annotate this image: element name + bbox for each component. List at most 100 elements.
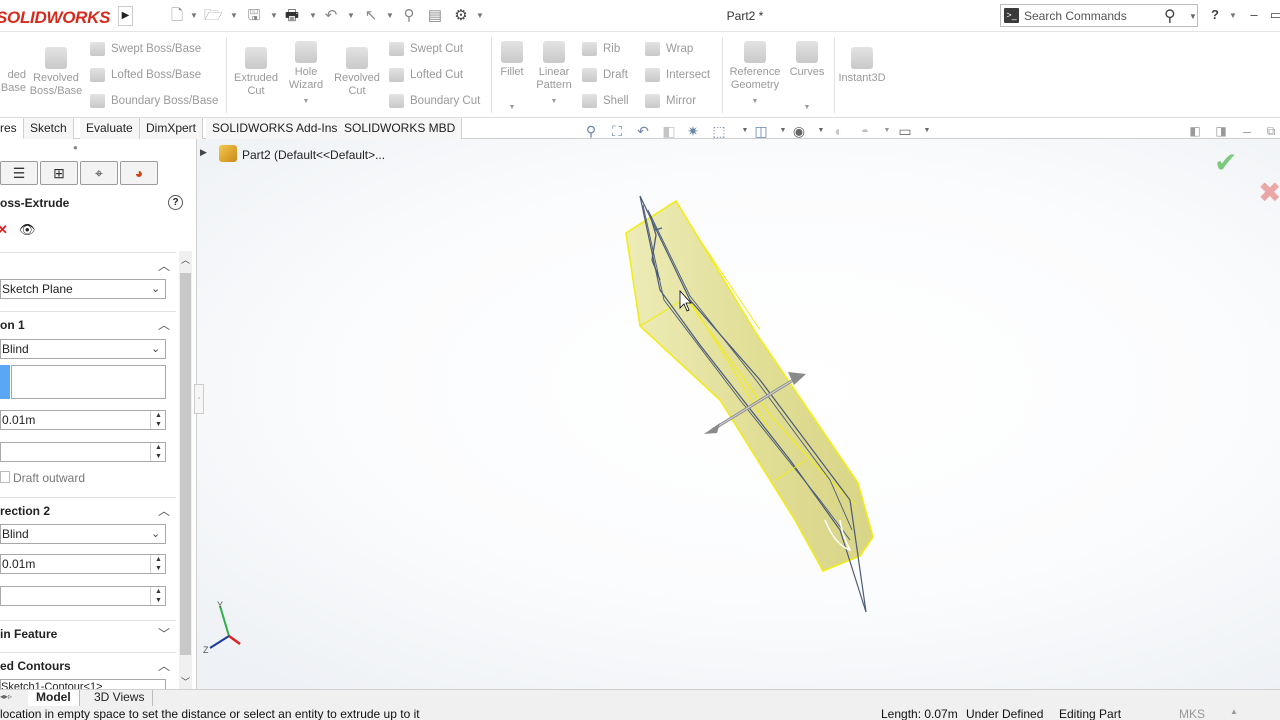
end-condition-select[interactable]: Blind ⌄ — [0, 339, 166, 359]
tab-mbd[interactable]: SOLIDWORKS MBD — [338, 118, 463, 139]
help-icon[interactable]: ? — [1207, 7, 1223, 22]
feature-manager-tree-icon[interactable]: ☰ — [0, 161, 38, 185]
spin-arrows-icon[interactable]: ▲ ▼ — [150, 555, 166, 573]
property-manager-icon[interactable]: ⊞ — [40, 161, 78, 185]
options-dropdown-icon[interactable]: ▼ — [476, 11, 484, 20]
panel-scrollbar[interactable]: ︿ ﹀ — [179, 251, 192, 690]
reference-geometry-button[interactable]: Reference Geometry ▼ — [726, 41, 784, 108]
curves-dropdown-icon[interactable]: ▼ — [784, 101, 830, 114]
search-commands-box[interactable]: >_ Search Commands ⚲ ▼ — [1000, 4, 1198, 27]
draft-outward-checkbox[interactable] — [0, 471, 10, 483]
dynamic-annotation-icon[interactable]: ✷ — [684, 122, 702, 140]
undo-dropdown-icon[interactable]: ▼ — [347, 11, 355, 20]
end-condition2-select[interactable]: Blind ⌄ — [0, 524, 166, 544]
help-question-icon[interactable]: ? — [168, 195, 183, 210]
search-icon[interactable]: ⚲ — [1164, 6, 1176, 26]
print-dropdown-icon[interactable]: ▼ — [309, 11, 317, 20]
edit-appearance-icon[interactable]: ◐ — [830, 122, 848, 140]
scroll-down-icon[interactable]: ﹀ — [181, 675, 190, 688]
status-units[interactable]: MKS — [1179, 707, 1205, 720]
direction-selection-box[interactable] — [11, 365, 166, 399]
draft-angle2-spinbox[interactable]: ▲ ▼ — [0, 586, 166, 606]
wrap-button[interactable]: Wrap — [645, 42, 693, 56]
reference-geometry-dropdown-icon[interactable]: ▼ — [726, 95, 784, 108]
restore-doc-icon[interactable]: ⧉ — [1262, 122, 1280, 140]
selected-contours-section-header[interactable]: ed Contours ︿ — [0, 652, 176, 676]
drag-handle-arrow-icon[interactable] — [704, 423, 720, 434]
hole-wizard-button[interactable]: Hole Wizard ▼ — [278, 41, 334, 108]
expand-icon[interactable]: ﹀ — [158, 625, 170, 642]
thin-feature-section-header[interactable]: in Feature ﹀ — [0, 620, 176, 644]
apply-scene-dropdown-icon[interactable]: ▼ — [878, 122, 896, 140]
scroll-up-icon[interactable]: ︿ — [181, 253, 190, 266]
instant3d-button[interactable]: Instant3D — [836, 47, 888, 85]
new-document-icon[interactable]: 🗋 — [168, 7, 186, 25]
help-dropdown-icon[interactable]: ▼ — [1229, 11, 1237, 20]
cancel-icon[interactable]: ✕ — [0, 222, 8, 238]
view-settings-icon[interactable]: ▭ — [896, 122, 914, 140]
draft-button[interactable]: Draft — [582, 68, 628, 82]
open-dropdown-icon[interactable]: ▼ — [230, 11, 238, 20]
hide-show-items-icon[interactable]: ◉ — [790, 122, 808, 140]
undo-icon[interactable]: ↶ — [322, 7, 340, 25]
curves-button[interactable]: Curves ▼ — [784, 41, 830, 114]
tab-evaluate[interactable]: Evaluate — [80, 118, 140, 139]
shell-button[interactable]: Shell — [582, 94, 629, 108]
from-section-header[interactable]: ︿ — [0, 252, 176, 276]
swept-boss-button[interactable]: Swept Boss/Base — [90, 42, 201, 56]
minimize-doc-icon[interactable]: – — [1238, 122, 1256, 140]
save-dropdown-icon[interactable]: ▼ — [270, 11, 278, 20]
collapse-icon[interactable]: ︿ — [158, 316, 170, 333]
rebuild-icon[interactable]: ⚲ — [400, 7, 418, 25]
collapse-left-icon[interactable]: ◧ — [1186, 122, 1204, 140]
collapse-right-icon[interactable]: ◨ — [1212, 122, 1230, 140]
previous-view-icon[interactable]: ↶ — [634, 122, 652, 140]
depth2-spinbox[interactable]: 0.01m ▲ ▼ — [0, 554, 166, 574]
boundary-boss-button[interactable]: Boundary Boss/Base — [90, 94, 218, 108]
menu-expand-arrow-icon[interactable]: ▶ — [118, 6, 133, 26]
detailed-preview-eye-icon[interactable]: 👁 — [19, 222, 36, 238]
view-orientation-icon[interactable]: ⬚ — [710, 122, 728, 140]
view-settings-dropdown-icon[interactable]: ▼ — [918, 122, 936, 140]
draft-angle-spinbox[interactable]: ▲ ▼ — [0, 442, 166, 462]
collapse-icon[interactable]: ︿ — [158, 502, 170, 519]
spin-arrows-icon[interactable]: ▲ ▼ — [150, 443, 166, 461]
search-dropdown-icon[interactable]: ▼ — [1189, 12, 1197, 21]
spin-arrows-icon[interactable]: ▲ ▼ — [150, 587, 166, 605]
swept-cut-button[interactable]: Swept Cut — [389, 42, 463, 56]
extruded-boss-button[interactable]: ded Base — [0, 47, 26, 95]
command-prompt-icon[interactable]: >_ — [1004, 8, 1019, 23]
scrollbar-thumb[interactable] — [180, 273, 191, 655]
restore-window-icon[interactable]: ▭ — [1268, 7, 1280, 23]
solidworks-logo[interactable]: SOLIDWORKS — [0, 8, 110, 28]
mirror-button[interactable]: Mirror — [645, 94, 696, 108]
collapse-icon[interactable]: ︿ — [158, 257, 170, 274]
zoom-to-fit-icon[interactable]: ⚲ — [582, 122, 600, 140]
panel-splitter-handle[interactable]: ◦ — [194, 384, 204, 414]
hole-wizard-dropdown-icon[interactable]: ▼ — [278, 95, 334, 108]
tab-features[interactable]: res — [0, 118, 24, 139]
save-icon[interactable]: 🖫 — [245, 7, 263, 25]
panel-grip-icon[interactable]: ● — [73, 143, 78, 152]
model-preview[interactable]: Y Z — [197, 139, 1280, 689]
intersect-button[interactable]: Intersect — [645, 68, 710, 82]
minimize-window-icon[interactable]: – — [1246, 7, 1262, 22]
options-gear-icon[interactable]: ⚙ — [452, 7, 470, 25]
select-dropdown-icon[interactable]: ▼ — [386, 11, 394, 20]
lofted-cut-button[interactable]: Lofted Cut — [389, 68, 463, 82]
direction1-section-header[interactable]: on 1 ︿ — [0, 311, 176, 335]
boundary-cut-button[interactable]: Boundary Cut — [389, 94, 480, 108]
tab-addins[interactable]: SOLIDWORKS Add-Ins — [206, 118, 345, 139]
revolved-cut-button[interactable]: Revolved Cut — [329, 47, 385, 98]
select-cursor-icon[interactable]: ↖ — [362, 7, 380, 25]
tab-model[interactable]: Model — [28, 690, 80, 706]
apply-scene-icon[interactable]: ◓ — [856, 122, 874, 140]
tab-dimxpert[interactable]: DimXpert — [140, 118, 204, 139]
display-style-icon[interactable]: ◫ — [752, 122, 770, 140]
print-icon[interactable]: 🖶 — [283, 7, 301, 25]
hide-show-dropdown-icon[interactable]: ▼ — [812, 122, 830, 140]
new-dropdown-icon[interactable]: ▼ — [190, 11, 198, 20]
display-manager-icon[interactable]: ◕ — [120, 161, 158, 185]
revolved-boss-button[interactable]: Revolved Boss/Base — [28, 47, 84, 98]
section-view-icon[interactable]: ◧ — [660, 122, 678, 140]
